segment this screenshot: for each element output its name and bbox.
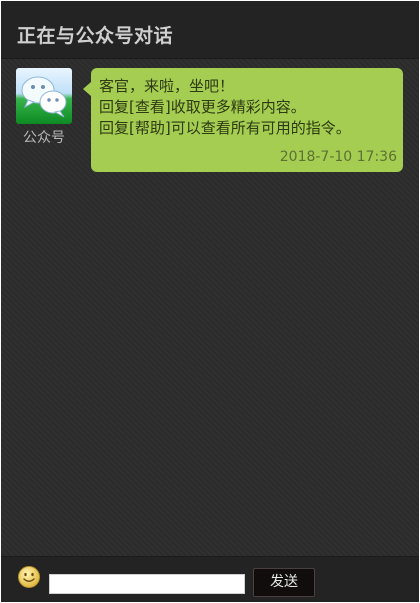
message-composer: 发送 [1, 556, 419, 602]
message-input[interactable] [49, 574, 245, 594]
chat-header: 正在与公众号对话 [1, 1, 419, 59]
message-list[interactable]: 公众号 客官，来啦，坐吧！ 回复[查看]收取更多精彩内容。 回复[帮助]可以查看… [1, 59, 419, 556]
message-bubble: 客官，来啦，坐吧！ 回复[查看]收取更多精彩内容。 回复[帮助]可以查看所有可用… [83, 68, 403, 172]
message-timestamp: 2018-7-10 17:36 [279, 149, 397, 165]
bubble-tail [83, 82, 91, 96]
wechat-logo-icon [16, 68, 72, 124]
send-button[interactable]: 发送 [253, 568, 315, 597]
smiley-face-icon[interactable] [17, 565, 41, 589]
message-line: 回复[帮助]可以查看所有可用的指令。 [99, 119, 351, 137]
chat-window: 正在与公众号对话 公众号 客官，来啦，坐吧！ 回复[查看]收取更多精彩内容。 回… [1, 1, 419, 602]
page-title: 正在与公众号对话 [17, 25, 174, 47]
message-line: 回复[查看]收取更多精彩内容。 [99, 98, 306, 116]
sender-name: 公众号 [23, 130, 65, 146]
message-line: 客官，来啦，坐吧！ [99, 77, 235, 95]
